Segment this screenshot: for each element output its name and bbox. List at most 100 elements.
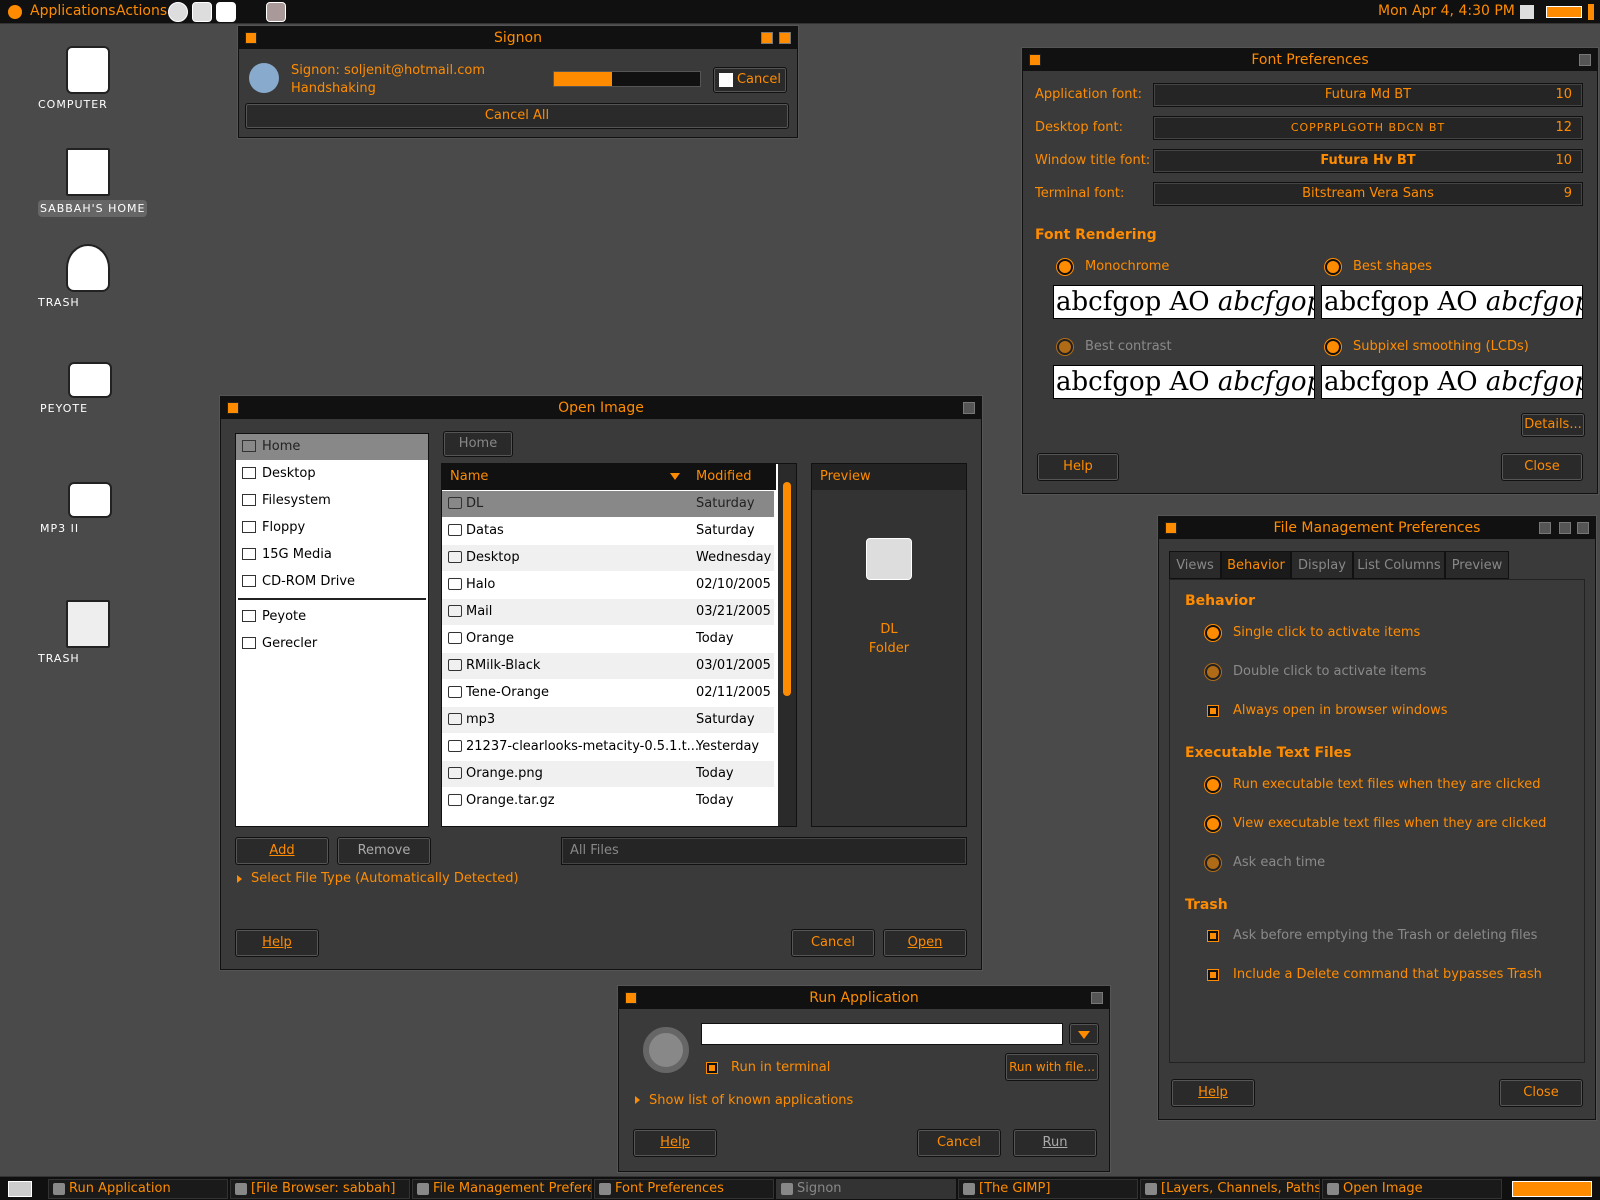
ask-before-emptying-checkbox[interactable] bbox=[1207, 930, 1219, 942]
single-click-radio[interactable] bbox=[1205, 625, 1221, 641]
place-cdrom[interactable]: CD-ROM Drive bbox=[236, 569, 428, 595]
double-click-radio[interactable] bbox=[1205, 664, 1221, 680]
desktop-icon-home[interactable]: sabbah's Home bbox=[38, 148, 148, 217]
run-exec-radio[interactable] bbox=[1205, 777, 1221, 793]
window-menu-icon[interactable] bbox=[245, 32, 257, 44]
column-name[interactable]: Name bbox=[450, 464, 488, 490]
close-button[interactable]: Close bbox=[1501, 453, 1583, 481]
task-font-preferences[interactable]: Font Preferences bbox=[594, 1179, 774, 1199]
monochrome-label[interactable]: Monochrome bbox=[1085, 259, 1169, 274]
expander-icon[interactable] bbox=[635, 1096, 641, 1104]
close-window-button[interactable] bbox=[963, 402, 975, 414]
command-input[interactable] bbox=[701, 1023, 1063, 1045]
place-filesystem[interactable]: Filesystem bbox=[236, 488, 428, 514]
window-menu-icon[interactable] bbox=[227, 402, 239, 414]
volume-icon[interactable] bbox=[1520, 5, 1534, 19]
minimize-button[interactable] bbox=[1539, 522, 1551, 534]
best-contrast-radio[interactable] bbox=[1057, 339, 1073, 355]
place-home[interactable]: Home bbox=[236, 434, 428, 460]
select-file-type-expander[interactable]: Select File Type (Automatically Detected… bbox=[251, 871, 519, 886]
task-gimp[interactable]: [The GIMP] bbox=[958, 1179, 1138, 1199]
view-exec-radio[interactable] bbox=[1205, 816, 1221, 832]
ask-each-time-label[interactable]: Ask each time bbox=[1233, 855, 1325, 870]
folder-launcher-icon[interactable] bbox=[216, 2, 236, 22]
foot-menu-icon[interactable] bbox=[8, 5, 22, 19]
best-shapes-label[interactable]: Best shapes bbox=[1353, 259, 1432, 274]
file-row[interactable]: mp3 Saturday bbox=[442, 707, 774, 733]
file-row[interactable]: RMilk-Black 03/01/2005 bbox=[442, 653, 774, 679]
cancel-button[interactable]: Cancel bbox=[713, 67, 787, 93]
monochrome-radio[interactable] bbox=[1057, 259, 1073, 275]
desktop-icon-trash-2[interactable]: Trash bbox=[38, 600, 138, 665]
close-window-button[interactable] bbox=[1091, 992, 1103, 1004]
actions-menu[interactable]: Actions bbox=[116, 3, 167, 19]
titlebar[interactable]: Font Preferences bbox=[1023, 49, 1597, 71]
bookmark-peyote[interactable]: Peyote bbox=[236, 604, 428, 630]
tab-preview[interactable]: Preview bbox=[1445, 551, 1509, 579]
minimize-button[interactable] bbox=[761, 32, 773, 44]
window-menu-icon[interactable] bbox=[1029, 54, 1041, 66]
place-desktop[interactable]: Desktop bbox=[236, 461, 428, 487]
view-exec-label[interactable]: View executable text files when they are… bbox=[1233, 816, 1546, 831]
best-shapes-radio[interactable] bbox=[1325, 259, 1341, 275]
application-font-button[interactable]: Futura Md BT 10 bbox=[1153, 83, 1583, 107]
task-open-image[interactable]: Open Image bbox=[1322, 1179, 1502, 1199]
remove-button[interactable]: Remove bbox=[337, 837, 431, 865]
task-signon[interactable]: Signon bbox=[776, 1179, 956, 1199]
task-run-application[interactable]: Run Application bbox=[48, 1179, 228, 1199]
file-row[interactable]: Desktop Wednesday bbox=[442, 545, 774, 571]
monochrome-sample[interactable]: abcfgop AO abcfgop bbox=[1053, 285, 1315, 319]
run-exec-label[interactable]: Run executable text files when they are … bbox=[1233, 777, 1540, 792]
browser-windows-checkbox[interactable] bbox=[1207, 705, 1219, 717]
tab-behavior[interactable]: Behavior bbox=[1221, 551, 1291, 579]
window-title-font-button[interactable]: Futura Hv BT 10 bbox=[1153, 149, 1583, 173]
desktop-icon-computer[interactable]: Computer bbox=[38, 46, 138, 111]
file-filter-select[interactable]: All Files bbox=[561, 837, 967, 865]
show-desktop-icon[interactable] bbox=[8, 1181, 32, 1197]
file-row[interactable]: Mail 03/21/2005 bbox=[442, 599, 774, 625]
path-home-button[interactable]: Home bbox=[443, 431, 513, 457]
place-15g-media[interactable]: 15G Media bbox=[236, 542, 428, 568]
subpixel-sample[interactable]: abcfgop AO abcfgop bbox=[1321, 365, 1583, 399]
file-row[interactable]: Orange Today bbox=[442, 626, 774, 652]
cancel-all-button[interactable]: Cancel All bbox=[245, 103, 789, 129]
ask-before-emptying-label[interactable]: Ask before emptying the Trash or deletin… bbox=[1233, 928, 1537, 943]
maximize-button[interactable] bbox=[1559, 522, 1571, 534]
show-known-apps-expander[interactable]: Show list of known applications bbox=[649, 1093, 853, 1108]
titlebar[interactable]: Run Application bbox=[619, 987, 1109, 1009]
desktop-icon-trash[interactable]: Trash bbox=[38, 244, 138, 309]
delete-command-checkbox[interactable] bbox=[1207, 969, 1219, 981]
close-window-button[interactable] bbox=[779, 32, 791, 44]
desktop-font-button[interactable]: CopprplGoth BdCn BT 12 bbox=[1153, 116, 1583, 140]
best-contrast-sample[interactable]: abcfgop AO abcfgop bbox=[1053, 365, 1315, 399]
close-window-button[interactable] bbox=[1577, 522, 1589, 534]
applications-menu[interactable]: Applications bbox=[30, 3, 116, 19]
task-file-management[interactable]: File Management Preferen bbox=[412, 1179, 592, 1199]
desktop-icon-peyote[interactable]: Peyote bbox=[40, 362, 140, 415]
place-floppy[interactable]: Floppy bbox=[236, 515, 428, 541]
history-dropdown-button[interactable] bbox=[1069, 1023, 1099, 1045]
file-row[interactable]: DL Saturday bbox=[442, 491, 774, 517]
ask-each-time-radio[interactable] bbox=[1205, 855, 1221, 871]
scrollbar[interactable] bbox=[778, 464, 796, 826]
clock[interactable]: Mon Apr 4, 4:30 PM bbox=[1378, 3, 1515, 19]
workspace-switcher[interactable] bbox=[1546, 6, 1582, 18]
details-button[interactable]: Details... bbox=[1521, 413, 1585, 437]
double-click-label[interactable]: Double click to activate items bbox=[1233, 664, 1426, 679]
browser-launcher-icon[interactable] bbox=[168, 2, 188, 22]
cancel-button[interactable]: Cancel bbox=[917, 1129, 1001, 1157]
file-row[interactable]: 21237-clearlooks-metacity-0.5.1.t... Yest… bbox=[442, 734, 774, 760]
subpixel-label[interactable]: Subpixel smoothing (LCDs) bbox=[1353, 339, 1529, 354]
browser-windows-label[interactable]: Always open in browser windows bbox=[1233, 703, 1448, 718]
open-button[interactable]: Open bbox=[883, 929, 967, 957]
file-row[interactable]: Halo 02/10/2005 bbox=[442, 572, 774, 598]
delete-command-label[interactable]: Include a Delete command that bypasses T… bbox=[1233, 967, 1542, 982]
scrollbar-thumb[interactable] bbox=[783, 482, 791, 696]
run-with-file-button[interactable]: Run with file... bbox=[1005, 1053, 1099, 1081]
run-in-terminal-checkbox[interactable] bbox=[706, 1062, 718, 1074]
run-button[interactable]: Run bbox=[1013, 1129, 1097, 1157]
task-layers[interactable]: [Layers, Channels, Paths, bbox=[1140, 1179, 1320, 1199]
terminal-launcher-icon[interactable] bbox=[192, 2, 212, 22]
best-shapes-sample[interactable]: abcfgop AO abcfgop bbox=[1321, 285, 1583, 319]
gimp-launcher-icon[interactable] bbox=[266, 2, 286, 22]
